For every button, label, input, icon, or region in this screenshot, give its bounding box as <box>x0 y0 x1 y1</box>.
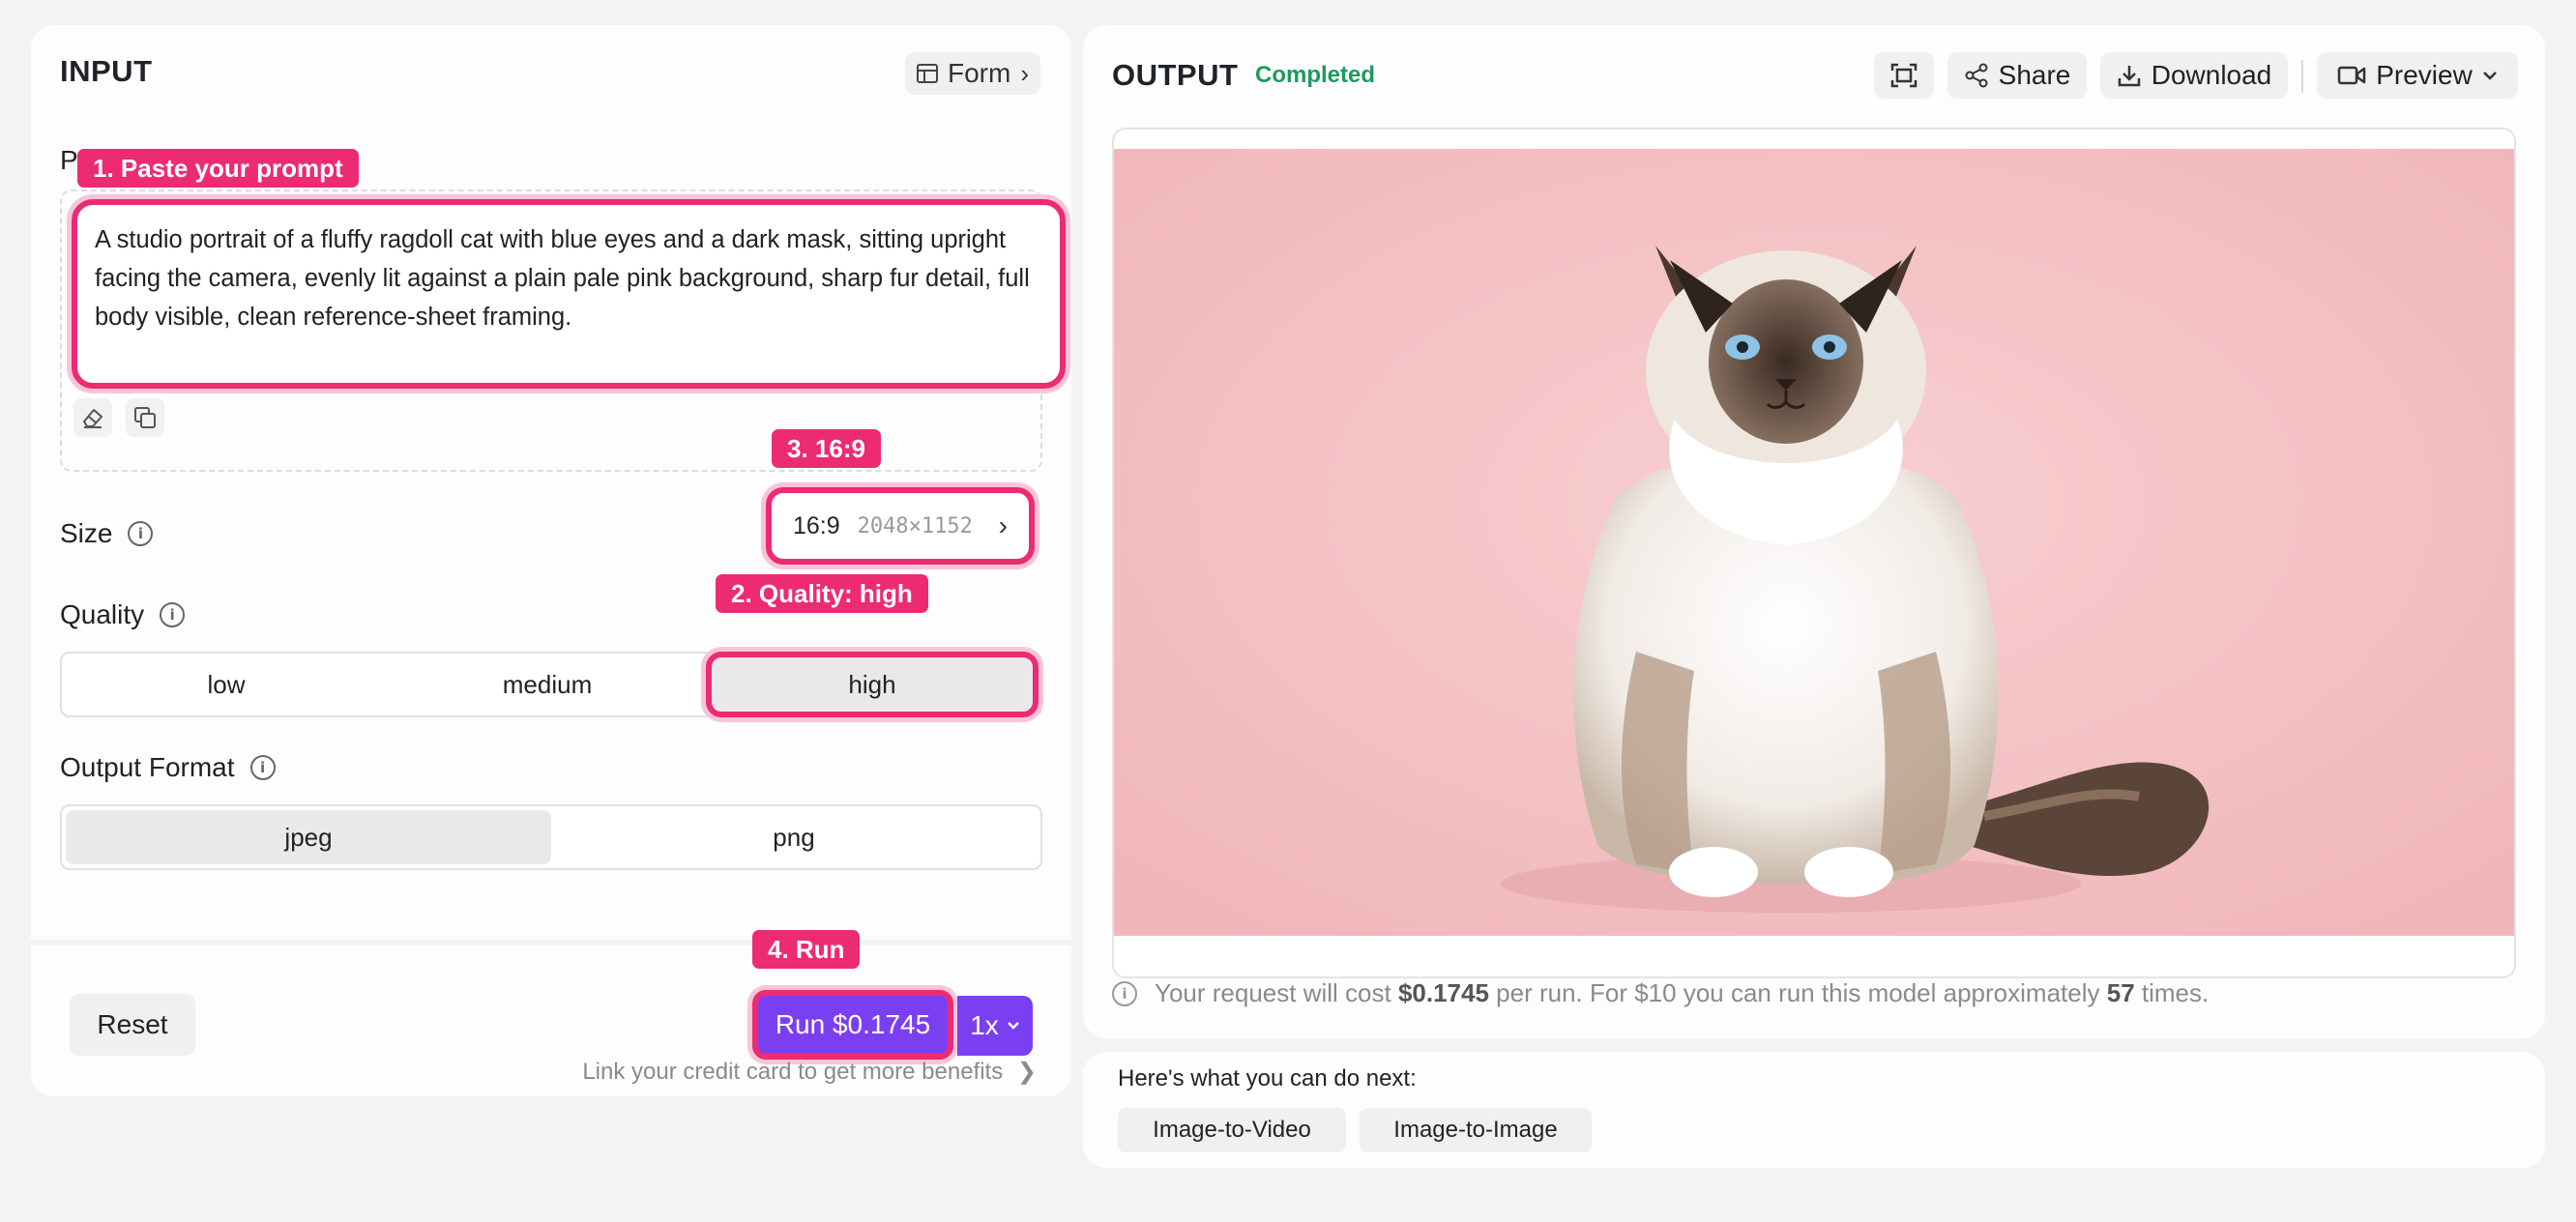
output-title: OUTPUT <box>1112 58 1239 92</box>
quality-option-high[interactable]: high <box>706 652 1039 717</box>
video-icon <box>2337 66 2366 85</box>
run-button[interactable]: Run $0.1745 <box>752 990 953 1060</box>
form-view-button[interactable]: Form › <box>905 52 1040 95</box>
cost-note: i Your request will cost $0.1745 per run… <box>1112 978 2209 1008</box>
multiplier-value: 1x <box>970 1010 999 1040</box>
copy-icon[interactable] <box>126 398 164 437</box>
output-image[interactable] <box>1114 149 2514 936</box>
preview-label: Preview <box>2376 60 2473 90</box>
chevron-down-icon <box>2482 72 2497 80</box>
preview-dropdown[interactable]: Preview <box>2317 52 2518 99</box>
annotation-step-2: 2. Quality: high <box>716 574 928 613</box>
output-format-label: Output Format i <box>60 752 276 783</box>
fullscreen-icon <box>1890 63 1917 88</box>
table-icon <box>917 64 938 83</box>
info-icon[interactable]: i <box>128 521 154 546</box>
info-icon: i <box>1112 980 1137 1006</box>
size-label: Size i <box>60 518 154 549</box>
size-label-text: Size <box>60 518 113 548</box>
run-multiplier-dropdown[interactable]: 1x <box>957 996 1033 1056</box>
share-button[interactable]: Share <box>1947 52 2087 99</box>
cost-prefix: Your request will cost <box>1155 978 1391 1007</box>
next-steps-panel: Here's what you can do next: Image-to-Vi… <box>1083 1052 2545 1168</box>
image-to-video-button[interactable]: Image-to-Video <box>1118 1108 1346 1152</box>
toolbar-divider <box>2301 60 2303 93</box>
download-icon <box>2118 66 2140 87</box>
cost-text: Your request will cost $0.1745 per run. … <box>1155 978 2209 1008</box>
form-button-label: Form <box>948 58 1011 88</box>
share-icon <box>1965 63 1988 88</box>
download-button[interactable]: Download <box>2100 52 2288 99</box>
output-image-frame <box>1112 128 2516 978</box>
quality-label-text: Quality <box>60 599 145 629</box>
fullscreen-button[interactable] <box>1874 52 1934 99</box>
image-to-image-button[interactable]: Image-to-Image <box>1360 1108 1592 1152</box>
annotation-step-1: 1. Paste your prompt <box>77 149 359 188</box>
size-selector[interactable]: 16:9 2048×1152 › <box>766 487 1035 565</box>
quality-segmented-control: low medium high <box>60 652 1042 717</box>
quality-option-low[interactable]: low <box>66 657 387 712</box>
output-panel: OUTPUT Completed Share Download Preview <box>1083 25 2545 1038</box>
format-option-png[interactable]: png <box>551 810 1037 864</box>
chevron-down-icon <box>1007 1022 1019 1030</box>
cost-suffix: times. <box>2141 978 2210 1007</box>
status-badge: Completed <box>1255 62 1376 88</box>
info-icon[interactable]: i <box>249 755 276 780</box>
annotation-step-4: 4. Run <box>752 930 861 969</box>
eraser-icon[interactable] <box>73 398 112 437</box>
output-format-segmented-control: jpeg png <box>60 804 1042 870</box>
input-title: INPUT <box>60 54 153 88</box>
prompt-textarea[interactable]: A studio portrait of a fluffy ragdoll ca… <box>72 199 1066 389</box>
cost-runs: 57 <box>2106 978 2135 1007</box>
share-label: Share <box>1998 60 2071 90</box>
input-footer: 4. Run Reset Run $0.1745 1x Link your cr… <box>31 930 1071 1096</box>
info-icon[interactable]: i <box>160 602 186 627</box>
input-panel: INPUT Form › Prompt 1. Paste your prompt… <box>31 25 1071 1096</box>
download-label: Download <box>2151 60 2272 90</box>
credit-link-text: Link your credit card to get more benefi… <box>582 1059 1004 1085</box>
cost-mid: per run. For $10 you can run this model … <box>1496 978 2100 1007</box>
chevron-right-icon: ❯ <box>1016 1059 1037 1085</box>
size-dimensions: 2048×1152 <box>857 513 973 538</box>
output-format-label-text: Output Format <box>60 752 235 782</box>
quality-option-medium[interactable]: medium <box>387 657 708 712</box>
chevron-right-icon: › <box>998 510 1008 540</box>
cost-value: $0.1745 <box>1397 978 1489 1007</box>
chevron-right-icon: › <box>1020 58 1029 88</box>
size-ratio: 16:9 <box>793 511 840 539</box>
reset-button[interactable]: Reset <box>70 994 195 1056</box>
cat-image <box>1114 149 2514 936</box>
format-option-jpeg[interactable]: jpeg <box>66 810 551 864</box>
annotation-step-3: 3. 16:9 <box>772 429 881 468</box>
credit-card-link[interactable]: Link your credit card to get more benefi… <box>582 1058 1037 1086</box>
next-steps-title: Here's what you can do next: <box>1118 1065 1417 1091</box>
quality-label: Quality i <box>60 599 186 630</box>
